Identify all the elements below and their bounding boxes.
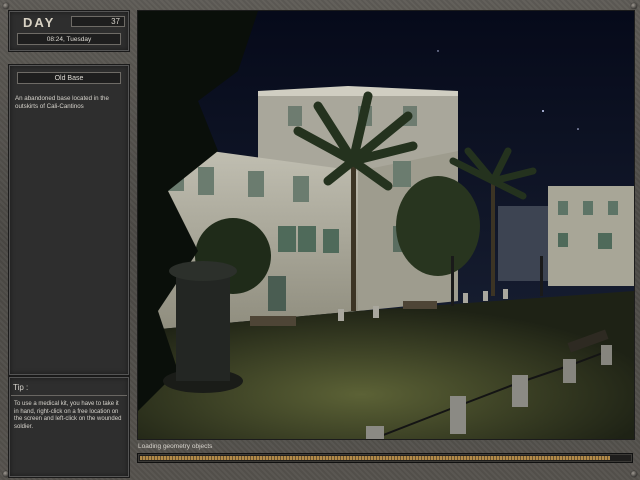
time-date-display: 08:24, Tuesday — [17, 33, 121, 45]
location-panel: Old Base An abandoned base located in th… — [8, 64, 130, 376]
tip-title: Tip : — [13, 383, 29, 392]
tip-text: To use a medical kit, you have to take i… — [14, 401, 122, 430]
tree — [396, 176, 480, 276]
loading-progress-fill — [140, 456, 610, 460]
tip-panel: Tip : To use a medical kit, you have to … — [8, 376, 130, 478]
scene-view — [137, 10, 635, 440]
lamp-post — [451, 256, 454, 306]
night-town-square-scene — [138, 11, 634, 439]
rivet-icon — [3, 3, 9, 9]
tip-divider — [11, 395, 127, 396]
bench — [403, 301, 437, 309]
rivet-icon — [631, 3, 637, 9]
info-sidebar: DAY 37 08:24, Tuesday Old Base An abando… — [8, 10, 130, 478]
rivet-icon — [631, 471, 637, 477]
location-name: Old Base — [17, 72, 121, 84]
day-label: DAY — [23, 15, 56, 30]
loading-status: Loading geometry objects — [138, 443, 213, 450]
loading-progress-bar — [137, 453, 633, 463]
day-number: 37 — [71, 16, 125, 27]
bench — [250, 316, 296, 326]
location-description: An abandoned base located in the outskir… — [15, 95, 109, 110]
lamp-post — [540, 256, 543, 296]
day-panel: DAY 37 08:24, Tuesday — [8, 10, 130, 52]
